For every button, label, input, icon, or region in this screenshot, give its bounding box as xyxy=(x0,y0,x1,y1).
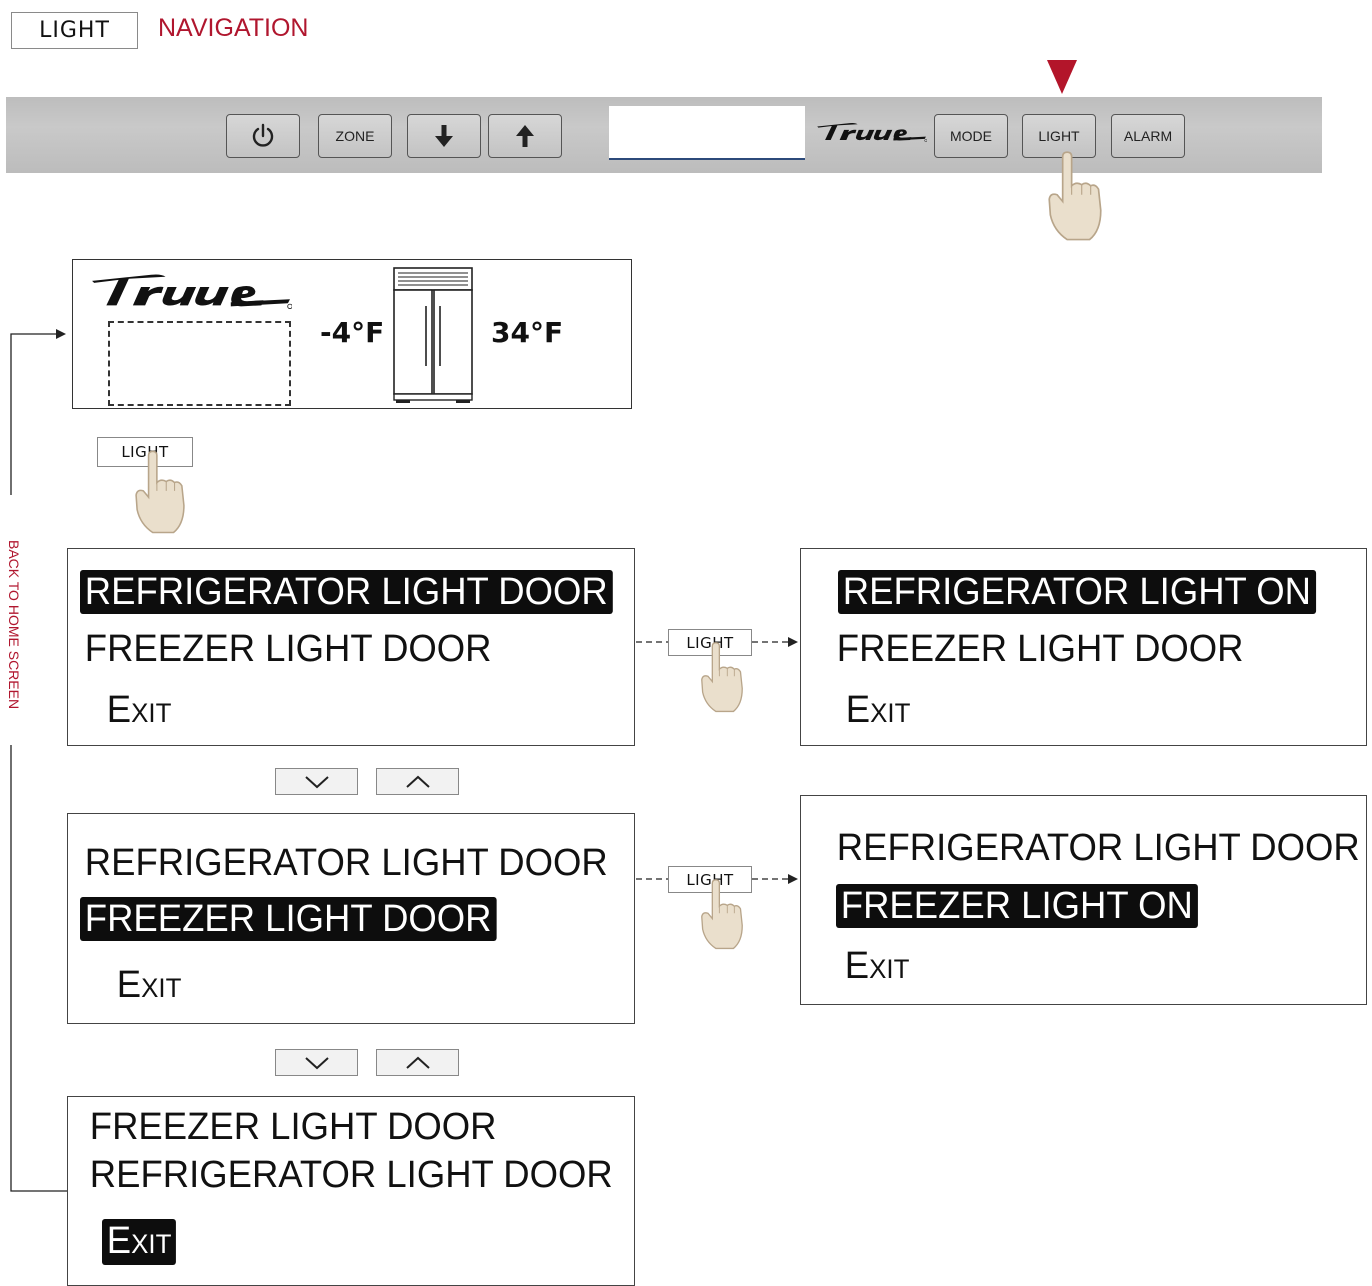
true-logo-icon xyxy=(816,122,927,143)
arrow-down-icon xyxy=(435,125,453,147)
refrigerator-icon xyxy=(393,267,473,403)
finger-press-icon xyxy=(701,642,743,713)
control-display xyxy=(609,106,805,160)
menu-item[interactable]: FREEZER LIGHT DOOR xyxy=(832,627,1248,671)
power-button[interactable] xyxy=(226,114,300,158)
chevron-up-icon xyxy=(405,1056,430,1069)
placeholder-box xyxy=(108,321,291,406)
menu-item[interactable]: REFRIGERATOR LIGHT DOOR xyxy=(80,570,613,614)
menu-item[interactable]: FREEZER LIGHT ON xyxy=(836,884,1198,928)
alarm-button[interactable]: ALARM xyxy=(1111,114,1185,158)
nav-up-button[interactable] xyxy=(376,768,459,795)
page-title: NAVIGATION xyxy=(158,14,309,42)
menu-item[interactable]: REFRIGERATOR LIGHT DOOR xyxy=(80,841,613,885)
up-button[interactable] xyxy=(488,114,562,158)
back-to-home-label: BACK TO HOME SCREEN xyxy=(6,540,22,710)
power-icon xyxy=(252,123,274,147)
menu-item[interactable]: REFRIGERATOR LIGHT DOOR xyxy=(832,826,1365,870)
menu-item[interactable]: REFRIGERATOR LIGHT DOOR xyxy=(85,1153,618,1197)
nav-down-button[interactable] xyxy=(275,768,358,795)
zone-button[interactable]: ZONE xyxy=(318,114,392,158)
mode-button[interactable]: MODE xyxy=(934,114,1008,158)
nav-up-button[interactable] xyxy=(376,1049,459,1076)
menu-item[interactable]: REFRIGERATOR LIGHT ON xyxy=(838,570,1316,614)
nav-down-button[interactable] xyxy=(275,1049,358,1076)
chevron-down-icon xyxy=(304,1056,329,1069)
pointer-arrow-icon xyxy=(1047,60,1077,94)
chevron-up-icon xyxy=(405,775,430,788)
down-button[interactable] xyxy=(407,114,481,158)
menu-exit[interactable]: Exit xyxy=(840,944,914,988)
menu-item[interactable]: FREEZER LIGHT DOOR xyxy=(80,627,496,671)
chevron-down-icon xyxy=(304,775,329,788)
menu-item[interactable]: FREEZER LIGHT DOOR xyxy=(80,897,497,941)
finger-press-icon xyxy=(135,450,185,534)
menu-item[interactable]: FREEZER LIGHT DOOR xyxy=(85,1105,501,1149)
menu-exit[interactable]: Exit xyxy=(112,963,186,1007)
menu-exit[interactable]: Exit xyxy=(102,688,176,732)
fridge-temp: 34°F xyxy=(491,316,564,349)
menu-exit[interactable]: Exit xyxy=(841,688,915,732)
true-logo-icon xyxy=(91,274,292,310)
menu-exit[interactable]: Exit xyxy=(102,1219,177,1265)
freezer-temp: -4°F xyxy=(320,316,385,349)
finger-press-icon xyxy=(701,879,743,950)
arrow-up-icon xyxy=(516,125,534,147)
finger-press-icon xyxy=(1048,151,1102,241)
